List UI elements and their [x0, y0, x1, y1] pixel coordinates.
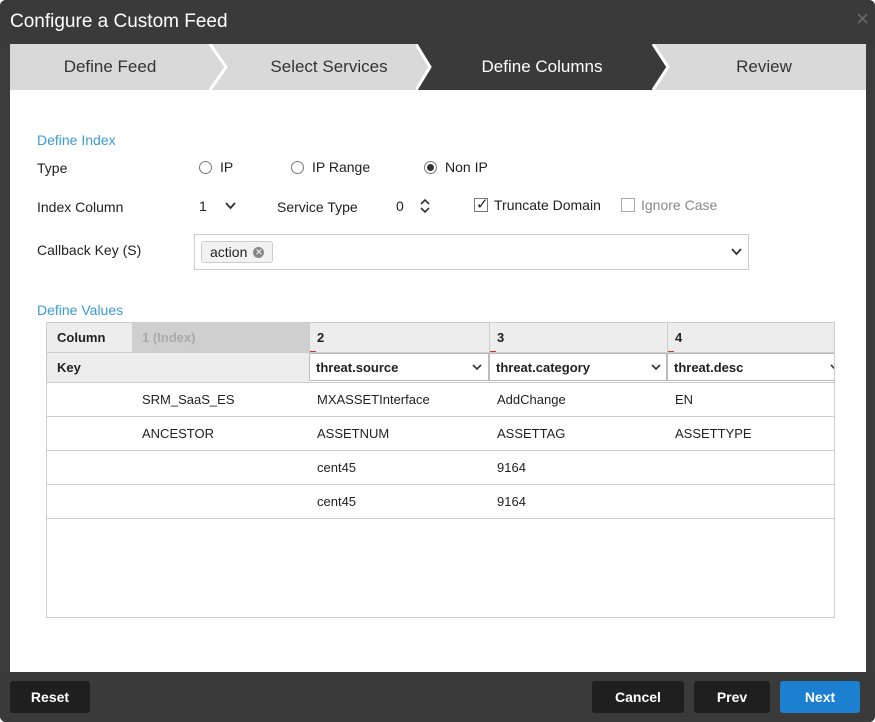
- chevron-down-icon: [651, 364, 661, 371]
- define-index-heading: Define Index: [37, 132, 116, 148]
- type-radio-ip-range[interactable]: IP Range: [291, 159, 370, 175]
- next-button[interactable]: Next: [780, 681, 860, 713]
- key-select-column-3[interactable]: threat.category: [489, 352, 667, 382]
- reset-button[interactable]: Reset: [10, 681, 90, 713]
- type-radio-non-ip[interactable]: Non IP: [424, 159, 488, 175]
- grid-line: [47, 416, 834, 417]
- column-header-2: 2: [309, 323, 489, 352]
- table-cell: cent45: [317, 493, 357, 509]
- callback-key-label: Callback Key (S): [37, 242, 142, 258]
- column-header-3: 3: [489, 323, 667, 352]
- key-select-column-4[interactable]: threat.desc: [667, 352, 834, 382]
- wizard-steps: Define Feed Select Services Define Colum…: [10, 44, 866, 90]
- dialog-title: Configure a Custom Feed: [10, 11, 228, 32]
- table-cell: ANCESTOR: [142, 425, 214, 441]
- grid-line: [47, 450, 834, 451]
- checkbox-icon: [621, 198, 635, 212]
- up-down-stepper-icon[interactable]: [420, 199, 430, 213]
- step-define-columns[interactable]: Define Columns: [434, 44, 650, 90]
- column-header-label: Column: [47, 323, 132, 352]
- column-header-index: 1 (Index): [132, 323, 309, 352]
- table-cell: ASSETTAG: [497, 425, 566, 441]
- table-cell: cent45: [317, 459, 357, 475]
- service-type-label: Service Type: [277, 199, 358, 215]
- index-column-label: Index Column: [37, 199, 124, 215]
- grid-line: [667, 323, 668, 352]
- prev-button[interactable]: Prev: [694, 681, 770, 713]
- grid-line: [309, 323, 310, 352]
- radio-icon: [291, 160, 304, 174]
- grid-line: [47, 518, 834, 519]
- table-cell: [142, 484, 307, 518]
- table-cell: EN: [675, 391, 694, 407]
- configure-feed-dialog: Configure a Custom Feed × Define Feed Se…: [0, 0, 875, 722]
- dialog-footer: Reset Cancel Prev Next: [0, 672, 875, 722]
- type-label: Type: [37, 160, 68, 176]
- grid-line: [47, 352, 834, 353]
- define-values-heading: Define Values: [37, 302, 124, 318]
- ignore-case-checkbox[interactable]: Ignore Case: [621, 197, 717, 213]
- close-icon[interactable]: ×: [856, 8, 869, 30]
- grid-line: [47, 484, 834, 485]
- key-select-column-2[interactable]: threat.source: [309, 352, 489, 382]
- service-type-stepper[interactable]: 0: [396, 198, 430, 214]
- step-review[interactable]: Review: [662, 44, 866, 90]
- grid-line: [489, 323, 490, 352]
- dialog-content: Define Index Type IP IP Range Non IP Ind…: [10, 90, 866, 672]
- grid-line: [47, 382, 834, 383]
- chevron-down-icon: [830, 364, 834, 370]
- type-radio-ip[interactable]: IP: [199, 159, 233, 175]
- step-define-feed[interactable]: Define Feed: [10, 44, 210, 90]
- table-cell: 9164: [497, 459, 526, 475]
- radio-selected-icon: [424, 160, 437, 174]
- table-cell: MXASSETInterface: [317, 391, 430, 407]
- table-cell: [675, 484, 834, 518]
- cancel-button[interactable]: Cancel: [592, 681, 684, 713]
- table-cell: 9164: [497, 493, 526, 509]
- callback-key-multiselect[interactable]: action ✕: [194, 234, 749, 270]
- truncate-domain-checkbox[interactable]: Truncate Domain: [474, 195, 601, 213]
- define-values-grid: Column 1 (Index) 2 3 4 Key threat.source…: [46, 322, 835, 618]
- step-select-services[interactable]: Select Services: [224, 44, 434, 90]
- index-column-select[interactable]: 1: [199, 198, 236, 214]
- key-row-label: Key: [47, 352, 309, 382]
- chevron-down-icon: [472, 364, 482, 371]
- table-cell: ASSETNUM: [317, 425, 390, 441]
- table-cell: [675, 450, 834, 484]
- table-cell: SRM_SaaS_ES: [142, 391, 235, 407]
- column-header-4: 4: [667, 323, 834, 352]
- checkbox-checked-icon: [474, 195, 489, 213]
- callback-tag: action ✕: [201, 241, 274, 263]
- radio-icon: [199, 160, 212, 174]
- chevron-down-icon: [225, 202, 236, 210]
- chevron-down-icon[interactable]: [731, 248, 742, 256]
- table-cell: ASSETTYPE: [675, 425, 752, 441]
- table-cell: [142, 450, 307, 484]
- close-circle-icon[interactable]: ✕: [253, 246, 265, 258]
- title-bar: Configure a Custom Feed ×: [0, 0, 875, 44]
- table-cell: AddChange: [497, 391, 566, 407]
